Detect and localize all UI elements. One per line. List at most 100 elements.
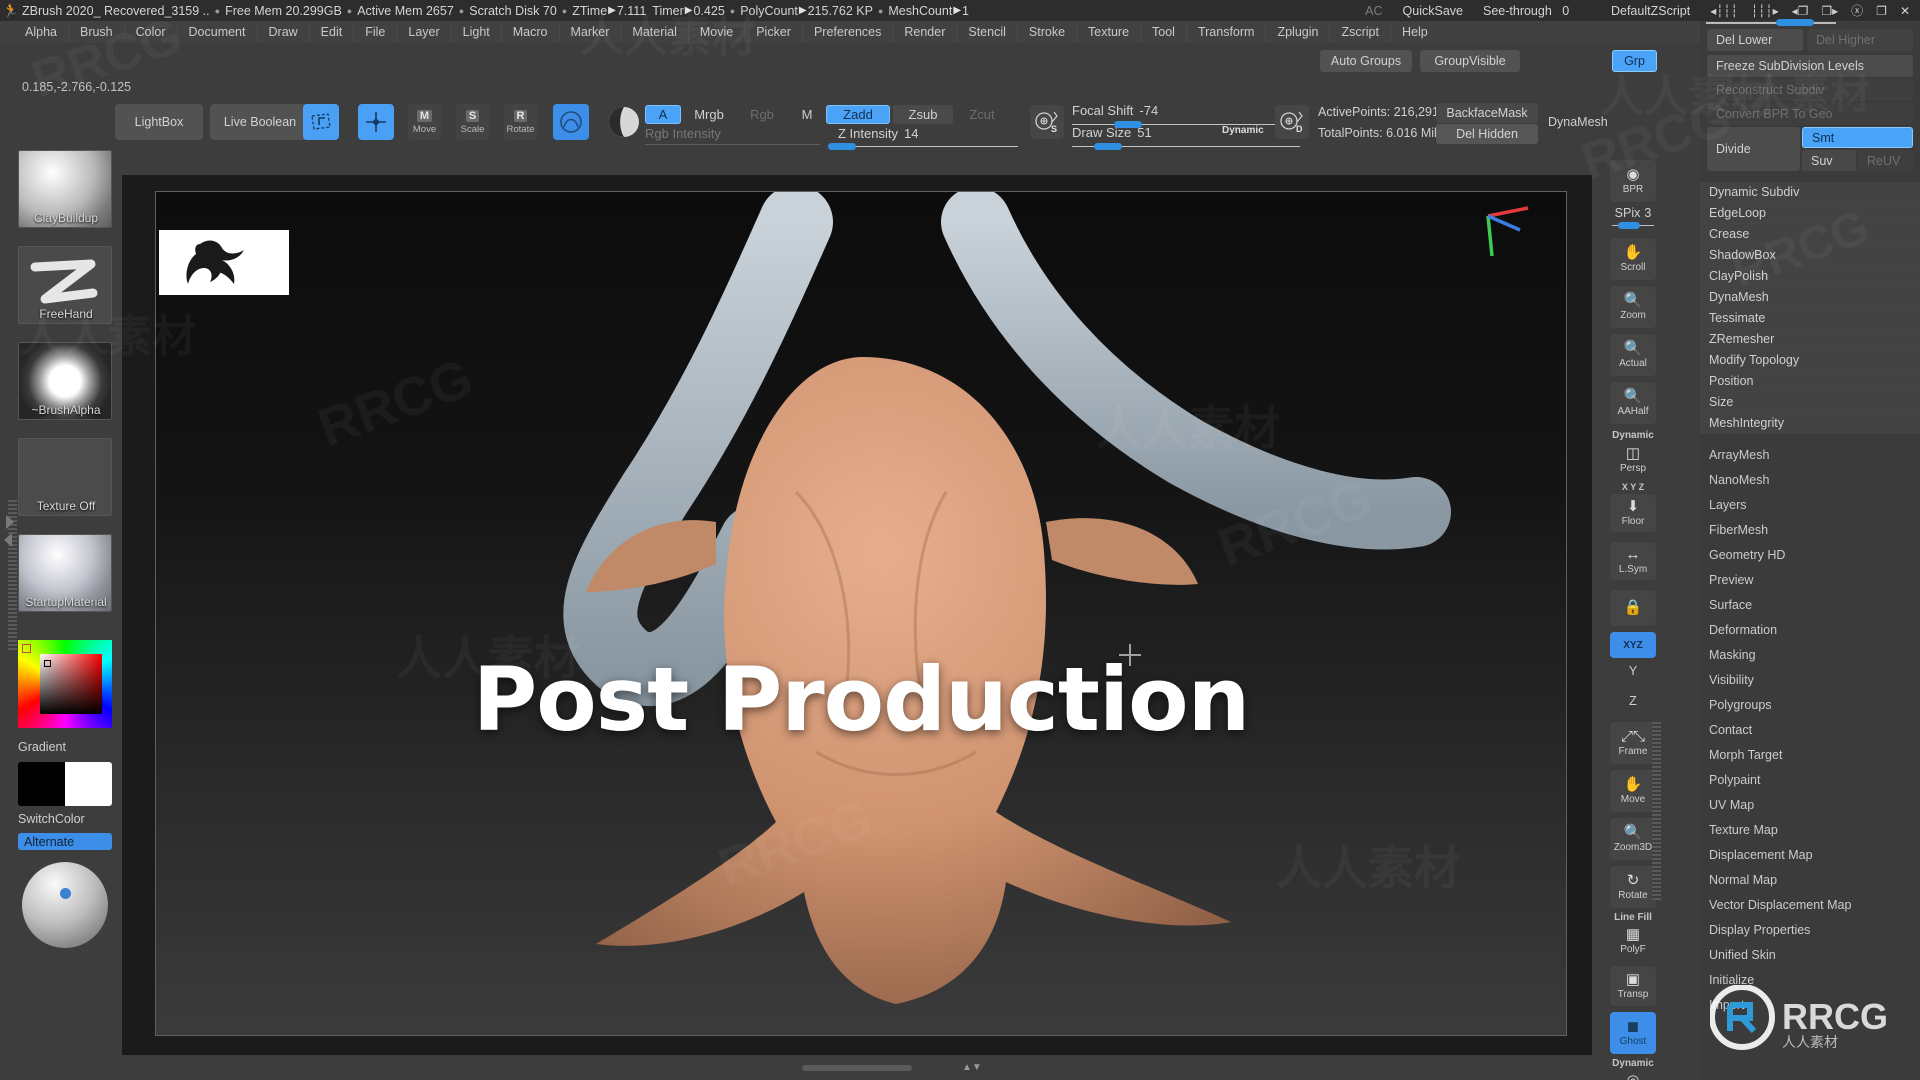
menu-movie[interactable]: Movie xyxy=(687,22,744,42)
geometry-item-edgeloop[interactable]: EdgeLoop xyxy=(1700,203,1920,224)
document-viewport[interactable]: Post Production RRCG RRCG RRCG 人人素材 人人素材… xyxy=(155,191,1567,1036)
mrgb-button[interactable]: Mrgb xyxy=(684,105,734,124)
icon-strip-scrollbar[interactable] xyxy=(1652,720,1661,900)
restore-button[interactable]: ❐ xyxy=(1876,4,1887,18)
m-button[interactable]: M xyxy=(797,105,817,124)
frame-button[interactable]: ⤢⤡ Frame xyxy=(1610,722,1656,764)
bottom-scroll-thumb[interactable] xyxy=(802,1065,912,1071)
subpalette-nanomesh[interactable]: NanoMesh xyxy=(1700,467,1920,492)
floor-button[interactable]: ⬇ Floor xyxy=(1610,494,1656,532)
ghost-button[interactable]: ◼ Ghost xyxy=(1610,1012,1656,1054)
subpalette-visibility[interactable]: Visibility xyxy=(1700,667,1920,692)
bpr-button[interactable]: ◉ BPR xyxy=(1610,160,1656,202)
divide-button[interactable]: Divide xyxy=(1707,127,1800,171)
subpalette-contact[interactable]: Contact xyxy=(1700,717,1920,742)
draw-size-slider[interactable]: Draw Size 51 xyxy=(1072,125,1302,150)
switch-color-label[interactable]: SwitchColor xyxy=(18,812,112,826)
geometry-item-crease[interactable]: Crease xyxy=(1700,224,1920,245)
subpalette-layers[interactable]: Layers xyxy=(1700,492,1920,517)
menu-transform[interactable]: Transform xyxy=(1185,22,1266,42)
subdiv-slider-knob[interactable] xyxy=(1776,19,1814,26)
subpalette-preview[interactable]: Preview xyxy=(1700,567,1920,592)
subpalette-masking[interactable]: Masking xyxy=(1700,642,1920,667)
rgb-intensity-slider[interactable]: Rgb Intensity xyxy=(645,126,820,145)
subpalette-texture-map[interactable]: Texture Map xyxy=(1700,817,1920,842)
geometry-item-dynamesh[interactable]: DynaMesh xyxy=(1700,287,1920,308)
alpha-slot[interactable]: ~BrushAlpha xyxy=(18,342,112,420)
lightbox-button[interactable]: LightBox xyxy=(115,104,203,140)
move-mode-button[interactable]: M Move xyxy=(408,104,441,140)
menu-edit[interactable]: Edit xyxy=(308,22,354,42)
subpalette-geometry-hd[interactable]: Geometry HD xyxy=(1700,542,1920,567)
geometry-item-meshintegrity[interactable]: MeshIntegrity xyxy=(1700,413,1920,434)
canvas-bottom-scrollbar[interactable]: ▲▼ xyxy=(122,1062,1592,1076)
draw-size-knob[interactable] xyxy=(1094,143,1122,150)
z-intensity-knob[interactable] xyxy=(828,143,856,150)
menu-layer[interactable]: Layer xyxy=(396,22,450,42)
geometry-item-tessimate[interactable]: Tessimate xyxy=(1700,308,1920,329)
menu-stencil[interactable]: Stencil xyxy=(956,22,1017,42)
lsym-button[interactable]: ↔ L.Sym xyxy=(1610,542,1656,580)
material-thumbnail[interactable]: StartupMaterial xyxy=(18,534,112,612)
zoom3d-button[interactable]: 🔍 Zoom3D xyxy=(1610,818,1656,860)
del-higher-button[interactable]: Del Higher xyxy=(1807,29,1913,51)
subpalette-deformation[interactable]: Deformation xyxy=(1700,617,1920,642)
subpalette-polygroups[interactable]: Polygroups xyxy=(1700,692,1920,717)
bottom-scroll-arrows-icon[interactable]: ▲▼ xyxy=(962,1062,982,1073)
group-visible-button[interactable]: GroupVisible xyxy=(1420,50,1520,72)
menus-expand-right-icon[interactable]: ┆┆┆▸ xyxy=(1751,4,1779,18)
menu-marker[interactable]: Marker xyxy=(558,22,621,42)
menu-draw[interactable]: Draw xyxy=(256,22,309,42)
rotate-y-icon[interactable]: Y xyxy=(1606,664,1660,678)
geometry-item-position[interactable]: Position xyxy=(1700,371,1920,392)
focal-shift-slider[interactable]: Focal Shift -74 xyxy=(1072,103,1302,128)
live-boolean-button[interactable]: Live Boolean xyxy=(210,104,310,140)
subpalette-display-properties[interactable]: Display Properties xyxy=(1700,917,1920,942)
subpalette-vector-displacement-map[interactable]: Vector Displacement Map xyxy=(1700,892,1920,917)
subpalette-displacement-map[interactable]: Displacement Map xyxy=(1700,842,1920,867)
menu-picker[interactable]: Picker xyxy=(744,22,802,42)
z-intensity-slider[interactable]: Z Intensity 14 xyxy=(828,126,1018,150)
dynamic-label[interactable]: Dynamic xyxy=(1222,125,1264,136)
geometry-item-size[interactable]: Size xyxy=(1700,392,1920,413)
del-lower-button[interactable]: Del Lower xyxy=(1707,29,1803,51)
reuv-button[interactable]: ReUV xyxy=(1858,150,1913,171)
canvas-area[interactable]: Post Production RRCG RRCG RRCG 人人素材 人人素材… xyxy=(122,175,1592,1055)
menu-zplugin[interactable]: Zplugin xyxy=(1265,22,1329,42)
convert-bpr-to-geo-button[interactable]: Convert BPR To Geo xyxy=(1707,103,1913,125)
current-material-thumbnail[interactable] xyxy=(606,104,642,140)
geometry-item-zremesher[interactable]: ZRemesher xyxy=(1700,329,1920,350)
stroke-picker-button[interactable]: S xyxy=(1030,105,1064,139)
geometry-item-modify-topology[interactable]: Modify Topology xyxy=(1700,350,1920,371)
transp-button[interactable]: ▣ Transp xyxy=(1610,966,1656,1006)
actual-button[interactable]: 🔍 Actual xyxy=(1610,334,1656,376)
stroke-slot[interactable]: FreeHand xyxy=(18,246,112,324)
dynamesh-label[interactable]: DynaMesh xyxy=(1548,115,1608,129)
rotate-view-button[interactable]: ↻ Rotate xyxy=(1610,866,1656,908)
subpalette-normal-map[interactable]: Normal Map xyxy=(1700,867,1920,892)
rotate-mode-button[interactable]: R Rotate xyxy=(504,104,537,140)
play-arrow-icon[interactable]: ▶ xyxy=(607,5,617,16)
auto-groups-button[interactable]: Auto Groups xyxy=(1320,50,1412,72)
zoom-button[interactable]: 🔍 Zoom xyxy=(1610,286,1656,328)
spix-slider[interactable]: SPix 3 xyxy=(1612,206,1654,230)
draw-mode-button[interactable] xyxy=(358,104,394,140)
move-view-button[interactable]: ✋ Move xyxy=(1610,770,1656,812)
play-arrow-icon[interactable]: ▶ xyxy=(952,5,962,16)
primary-color-swatch[interactable] xyxy=(18,762,65,806)
spix-knob[interactable] xyxy=(1618,222,1640,229)
palette-collapse-left-icon[interactable]: ◂❐ xyxy=(1792,4,1809,18)
shelf-expand-right-icon[interactable] xyxy=(6,515,14,529)
see-through-slider[interactable]: See-through 0 xyxy=(1482,4,1591,28)
scale-mode-button[interactable]: S Scale xyxy=(456,104,489,140)
geometry-item-claypolish[interactable]: ClayPolish xyxy=(1700,266,1920,287)
menus-collapse-left-icon[interactable]: ◂┆┆┆ xyxy=(1710,4,1738,18)
menu-material[interactable]: Material xyxy=(620,22,687,42)
menu-stroke[interactable]: Stroke xyxy=(1016,22,1076,42)
brush-slot[interactable]: ClayBuildup xyxy=(18,150,112,228)
suv-button[interactable]: Suv xyxy=(1802,150,1856,171)
palette-expand-right-icon[interactable]: ❐▸ xyxy=(1821,4,1838,18)
subpalette-uv-map[interactable]: UV Map xyxy=(1700,792,1920,817)
menu-tool[interactable]: Tool xyxy=(1140,22,1186,42)
subpalette-surface[interactable]: Surface xyxy=(1700,592,1920,617)
